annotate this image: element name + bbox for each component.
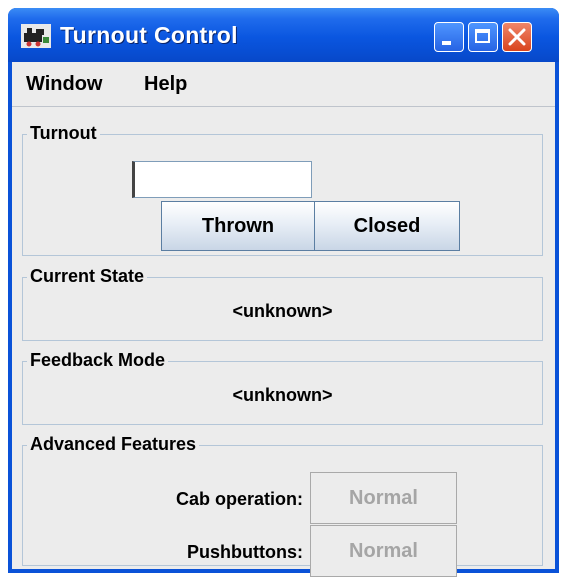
menu-help[interactable]: Help — [144, 72, 187, 96]
maximize-button[interactable] — [468, 22, 498, 52]
minimize-button[interactable] — [434, 22, 464, 52]
thrown-button[interactable]: Thrown — [161, 201, 315, 251]
train-app-icon — [21, 24, 51, 48]
advanced-features-panel: Advanced Features Cab operation: Normal … — [22, 432, 543, 577]
current-state-value: <unknown> — [232, 301, 333, 321]
feedback-mode-panel: Feedback Mode <unknown> — [22, 348, 543, 425]
turnout-control-window: Turnout Control Window Help Turnout Thro… — [8, 8, 559, 577]
window-content: Window Help Turnout Thrown Closed Curren… — [12, 62, 555, 577]
turnout-panel-title: Turnout — [27, 121, 100, 145]
closed-button[interactable]: Closed — [314, 201, 460, 251]
window-title: Turnout Control — [60, 22, 238, 48]
feedback-mode-value: <unknown> — [232, 385, 333, 405]
feedback-mode-title: Feedback Mode — [27, 348, 169, 372]
cab-operation-label: Cab operation: — [175, 489, 303, 509]
current-state-title: Current State — [27, 264, 148, 288]
cab-operation-button[interactable]: Normal — [310, 472, 457, 524]
maximize-icon — [475, 29, 490, 43]
minimize-icon — [442, 41, 451, 45]
menu-window[interactable]: Window — [26, 72, 102, 96]
turnout-number-input[interactable] — [132, 161, 312, 198]
advanced-features-title: Advanced Features — [27, 432, 200, 456]
current-state-panel: Current State <unknown> — [22, 264, 543, 341]
menu-bar: Window Help — [12, 62, 555, 106]
turnout-panel: Turnout Thrown Closed — [22, 121, 543, 256]
title-bar[interactable]: Turnout Control — [8, 8, 559, 62]
close-button[interactable] — [502, 22, 532, 52]
pushbuttons-button[interactable]: Normal — [310, 525, 457, 577]
pushbuttons-label: Pushbuttons: — [187, 542, 303, 562]
menu-divider — [12, 106, 555, 107]
close-icon — [508, 28, 526, 46]
